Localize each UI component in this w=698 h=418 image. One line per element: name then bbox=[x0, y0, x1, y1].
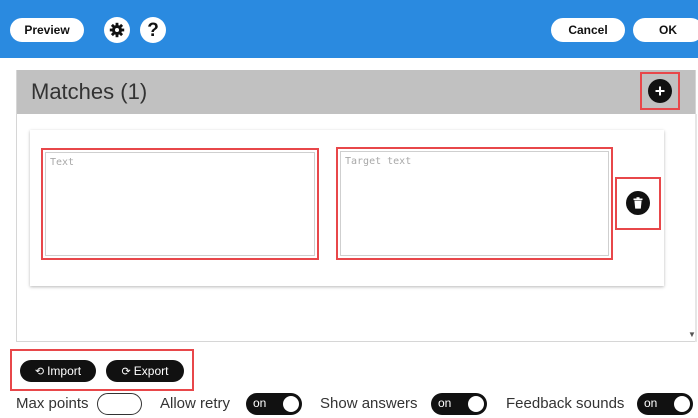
gear-icon bbox=[109, 22, 125, 38]
feedback-sounds-state: on bbox=[644, 396, 658, 410]
toggle-knob bbox=[283, 396, 299, 412]
trash-icon bbox=[633, 197, 643, 209]
max-points-field[interactable] bbox=[97, 393, 142, 415]
add-match-highlight bbox=[640, 72, 680, 110]
import-label: Import bbox=[47, 364, 82, 378]
match-item bbox=[30, 130, 664, 286]
preview-button[interactable]: Preview bbox=[10, 18, 84, 42]
import-icon: ⟲ bbox=[34, 365, 45, 378]
toggle-knob bbox=[468, 396, 484, 412]
panel-title: Matches (1) bbox=[31, 79, 148, 104]
max-points-label: Max points bbox=[16, 395, 89, 412]
scroll-down-icon[interactable]: ▼ bbox=[688, 330, 696, 339]
allow-retry-label: Allow retry bbox=[160, 395, 231, 412]
text-field-highlight bbox=[41, 148, 319, 260]
help-icon: ? bbox=[147, 19, 159, 41]
plus-icon bbox=[655, 86, 665, 96]
target-text-field[interactable] bbox=[340, 151, 609, 256]
delete-match-highlight bbox=[615, 177, 661, 230]
show-answers-state: on bbox=[438, 396, 452, 410]
show-answers-label: Show answers bbox=[320, 395, 418, 412]
cancel-button[interactable]: Cancel bbox=[551, 18, 625, 42]
feedback-sounds-label: Feedback sounds bbox=[506, 395, 625, 412]
toggle-knob bbox=[674, 396, 690, 412]
import-export-highlight: ⟲ Import ⟳ Export bbox=[10, 349, 194, 391]
import-button[interactable]: ⟲ Import bbox=[20, 360, 96, 382]
allow-retry-state: on bbox=[253, 396, 267, 410]
export-icon: ⟳ bbox=[121, 365, 131, 378]
help-button[interactable]: ? bbox=[140, 17, 166, 43]
matches-header: Matches (1) bbox=[17, 70, 695, 114]
export-button[interactable]: ⟳ Export bbox=[106, 360, 184, 382]
feedback-sounds-toggle[interactable]: on bbox=[637, 393, 693, 415]
top-toolbar: Preview ? Cancel OK bbox=[0, 0, 698, 58]
target-text-field-highlight bbox=[336, 147, 613, 260]
scrollbar[interactable] bbox=[695, 114, 697, 342]
show-answers-toggle[interactable]: on bbox=[431, 393, 487, 415]
delete-match-button[interactable] bbox=[626, 191, 650, 215]
allow-retry-toggle[interactable]: on bbox=[246, 393, 302, 415]
add-match-button[interactable] bbox=[648, 79, 672, 103]
text-field[interactable] bbox=[45, 152, 315, 256]
export-label: Export bbox=[133, 364, 169, 378]
ok-button[interactable]: OK bbox=[633, 18, 698, 42]
settings-button[interactable] bbox=[104, 17, 130, 43]
